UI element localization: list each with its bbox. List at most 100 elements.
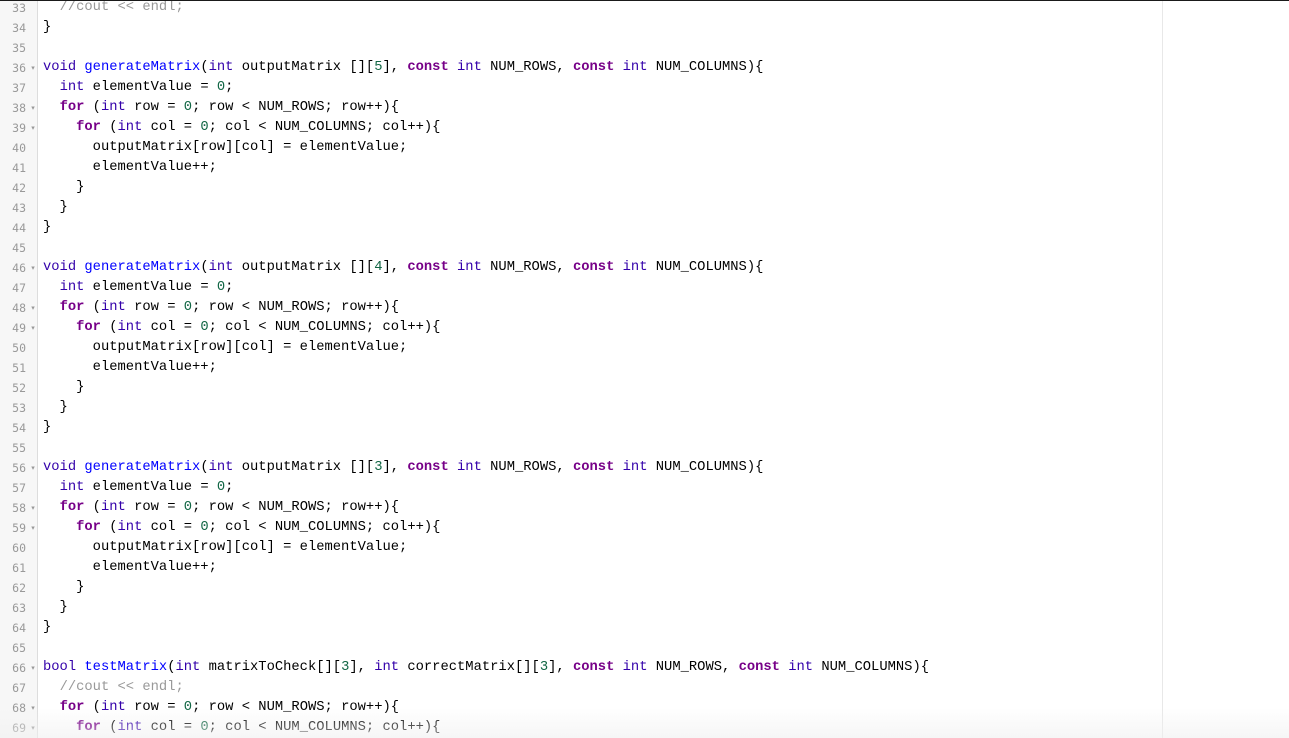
- code-line[interactable]: 41 elementValue++;: [0, 158, 1289, 178]
- code-line[interactable]: 68 ▾ for (int row = 0; row < NUM_ROWS; ro…: [0, 698, 1289, 718]
- code-line[interactable]: 33 //cout << endl;: [0, 1, 1289, 18]
- code-token: int: [117, 120, 143, 135]
- line-number: 61: [12, 561, 26, 575]
- code-token: ;: [225, 280, 234, 295]
- code-token: outputMatrix [][: [233, 260, 375, 275]
- code-token: int: [100, 100, 126, 115]
- fold-toggle-icon[interactable]: ▾: [29, 698, 37, 718]
- code-line[interactable]: 36 ▾ void generateMatrix(int outputMatrix …: [0, 58, 1289, 78]
- code-line[interactable]: 34}: [0, 18, 1289, 38]
- code-line[interactable]: 40 outputMatrix[row][col] = elementValue…: [0, 138, 1289, 158]
- fold-toggle-icon[interactable]: ▾: [29, 98, 37, 118]
- line-number: 49: [12, 321, 26, 335]
- code-token: int: [59, 80, 85, 95]
- code-token: int: [208, 460, 234, 475]
- code-line[interactable]: 43 }: [0, 198, 1289, 218]
- code-token: col =: [142, 520, 201, 535]
- fold-toggle-icon[interactable]: ▾: [29, 718, 37, 738]
- code-text: }: [43, 198, 68, 218]
- code-line[interactable]: 67 //cout << endl;: [0, 678, 1289, 698]
- code-line[interactable]: 42 }: [0, 178, 1289, 198]
- fold-toggle-icon[interactable]: ▾: [29, 58, 37, 78]
- code-text: outputMatrix[row][col] = elementValue;: [43, 538, 408, 558]
- code-text: for (int row = 0; row < NUM_ROWS; row++)…: [43, 98, 400, 118]
- code-line[interactable]: 47 int elementValue = 0;: [0, 278, 1289, 298]
- code-line[interactable]: 57 int elementValue = 0;: [0, 478, 1289, 498]
- fold-toggle-icon[interactable]: ▾: [29, 518, 37, 538]
- fold-toggle-icon[interactable]: ▾: [29, 318, 37, 338]
- code-text: for (int col = 0; col < NUM_COLUMNS; col…: [43, 718, 440, 738]
- code-line[interactable]: 38 ▾ for (int row = 0; row < NUM_ROWS; ro…: [0, 98, 1289, 118]
- code-line[interactable]: 66 ▾ bool testMatrix(int matrixToCheck[][3…: [0, 658, 1289, 678]
- code-token: const: [572, 260, 615, 275]
- code-token: 0: [183, 300, 193, 315]
- code-line[interactable]: 61 elementValue++;: [0, 558, 1289, 578]
- code-line[interactable]: 49 ▾ for (int col = 0; col < NUM_COLUMNS;…: [0, 318, 1289, 338]
- code-line[interactable]: 37 int elementValue = 0;: [0, 78, 1289, 98]
- code-line[interactable]: 65: [0, 638, 1289, 658]
- code-token: }: [43, 420, 52, 435]
- code-token: int: [175, 660, 201, 675]
- code-token: NUM_ROWS,: [647, 660, 739, 675]
- code-token: 0: [216, 480, 226, 495]
- code-token: ; col < NUM_COLUMNS; col++){: [208, 720, 441, 735]
- code-line[interactable]: 64}: [0, 618, 1289, 638]
- code-token: for: [59, 500, 85, 515]
- code-token: (: [100, 520, 118, 535]
- code-line[interactable]: 35: [0, 38, 1289, 58]
- code-text: void generateMatrix(int outputMatrix [][…: [43, 258, 763, 278]
- code-text: for (int row = 0; row < NUM_ROWS; row++)…: [43, 498, 400, 518]
- code-token: elementValue++;: [43, 560, 217, 575]
- code-line[interactable]: 69 ▾ for (int col = 0; col < NUM_COLUMNS;…: [0, 718, 1289, 738]
- fold-toggle-icon[interactable]: ▾: [29, 458, 37, 478]
- code-token: int: [100, 500, 126, 515]
- fold-toggle-icon[interactable]: ▾: [29, 298, 37, 318]
- code-text: //cout << endl;: [43, 1, 184, 18]
- code-editor[interactable]: 33 //cout << endl; 34} 35 36 ▾ void generateM…: [0, 1, 1289, 738]
- code-line[interactable]: 63 }: [0, 598, 1289, 618]
- code-line[interactable]: 52 }: [0, 378, 1289, 398]
- code-text: }: [43, 418, 51, 438]
- code-line[interactable]: 50 outputMatrix[row][col] = elementValue…: [0, 338, 1289, 358]
- code-token: 0: [216, 80, 226, 95]
- code-line[interactable]: 60 outputMatrix[row][col] = elementValue…: [0, 538, 1289, 558]
- code-line[interactable]: 56 ▾ void generateMatrix(int outputMatrix …: [0, 458, 1289, 478]
- code-line[interactable]: 44}: [0, 218, 1289, 238]
- code-line[interactable]: 53 }: [0, 398, 1289, 418]
- code-token: testMatrix: [84, 660, 168, 675]
- code-token: (: [200, 260, 209, 275]
- line-number: 35: [12, 41, 26, 55]
- fold-toggle-icon[interactable]: ▾: [29, 658, 37, 678]
- code-line[interactable]: 62 }: [0, 578, 1289, 598]
- code-token: }: [43, 380, 85, 395]
- line-number: 52: [12, 381, 26, 395]
- code-line[interactable]: 39 ▾ for (int col = 0; col < NUM_COLUMNS;…: [0, 118, 1289, 138]
- code-text: void generateMatrix(int outputMatrix [][…: [43, 458, 763, 478]
- code-line[interactable]: 58 ▾ for (int row = 0; row < NUM_ROWS; ro…: [0, 498, 1289, 518]
- code-token: 0: [183, 700, 193, 715]
- code-lines[interactable]: 33 //cout << endl; 34} 35 36 ▾ void generateM…: [0, 1, 1289, 738]
- code-line[interactable]: 48 ▾ for (int row = 0; row < NUM_ROWS; ro…: [0, 298, 1289, 318]
- code-line[interactable]: 55: [0, 438, 1289, 458]
- code-line[interactable]: 46 ▾ void generateMatrix(int outputMatrix …: [0, 258, 1289, 278]
- code-token: elementValue++;: [43, 360, 217, 375]
- fold-toggle-icon[interactable]: ▾: [29, 118, 37, 138]
- code-text: int elementValue = 0;: [43, 478, 234, 498]
- code-line[interactable]: 45: [0, 238, 1289, 258]
- code-token: int: [208, 260, 234, 275]
- fold-toggle-icon[interactable]: ▾: [29, 258, 37, 278]
- code-text: }: [43, 618, 51, 638]
- code-line[interactable]: 54}: [0, 418, 1289, 438]
- code-line[interactable]: 59 ▾ for (int col = 0; col < NUM_COLUMNS;…: [0, 518, 1289, 538]
- code-token: 5: [374, 60, 383, 75]
- code-token: const: [407, 260, 449, 275]
- code-text: outputMatrix[row][col] = elementValue;: [43, 338, 408, 358]
- code-token: }: [43, 580, 85, 595]
- code-text: }: [43, 598, 68, 618]
- code-line[interactable]: 51 elementValue++;: [0, 358, 1289, 378]
- fold-toggle-icon[interactable]: ▾: [29, 498, 37, 518]
- line-number: 56: [12, 461, 26, 475]
- line-number: 50: [12, 341, 26, 355]
